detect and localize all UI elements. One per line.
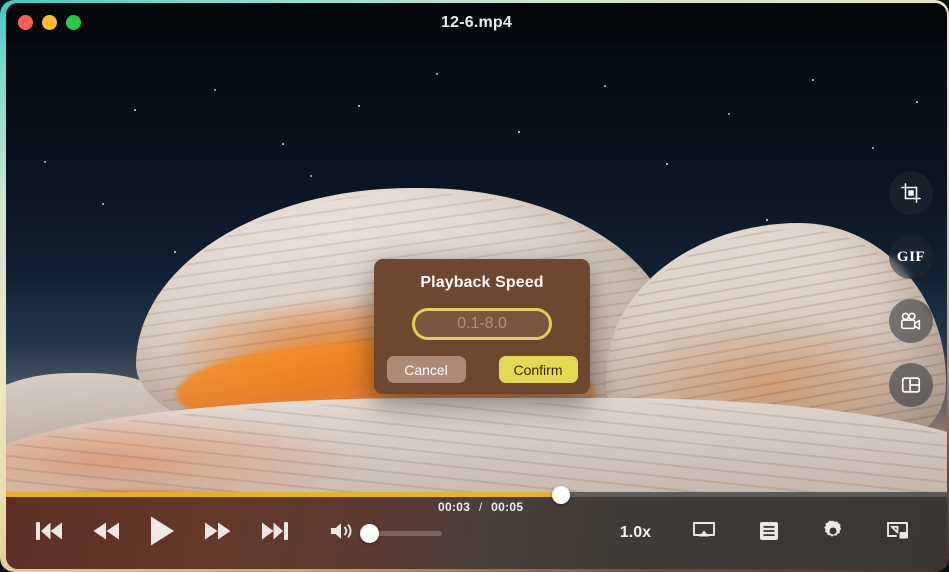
- confirm-button[interactable]: Confirm: [498, 356, 578, 383]
- star: [604, 85, 606, 87]
- play-icon: [148, 514, 176, 553]
- controls-row: 1.0x: [6, 497, 947, 569]
- play-button[interactable]: [148, 514, 176, 553]
- player-window: GIF Playback Speed 0.1-8.0 Cancel Confir…: [0, 0, 949, 572]
- next-track-button[interactable]: [260, 519, 290, 548]
- player-control-bar: 00:03 / 00:05 1.0x: [6, 485, 947, 569]
- star: [102, 203, 104, 205]
- split-view-button[interactable]: [889, 363, 933, 407]
- star: [436, 73, 438, 75]
- window-content: GIF Playback Speed 0.1-8.0 Cancel Confir…: [6, 3, 947, 569]
- gif-label: GIF: [896, 248, 926, 265]
- video-canvas[interactable]: GIF Playback Speed 0.1-8.0 Cancel Confir…: [6, 43, 947, 498]
- window-title: 12-6.mp4: [441, 14, 512, 31]
- star: [358, 105, 360, 107]
- crop-icon: [900, 182, 922, 204]
- playback-speed-button[interactable]: 1.0x: [620, 524, 651, 542]
- star: [44, 161, 46, 163]
- playlist-button[interactable]: [757, 519, 781, 548]
- playlist-icon: [757, 519, 781, 548]
- tool-rail: GIF: [889, 171, 933, 407]
- picture-in-picture-button[interactable]: [885, 519, 911, 548]
- previous-track-icon: [34, 519, 64, 548]
- dialog-actions: Cancel Confirm: [386, 356, 578, 383]
- star: [282, 143, 284, 145]
- volume-slider[interactable]: [359, 523, 442, 543]
- star: [666, 163, 668, 165]
- star: [134, 109, 136, 111]
- crop-button[interactable]: [889, 171, 933, 215]
- cancel-button[interactable]: Cancel: [386, 356, 466, 383]
- star: [728, 113, 730, 115]
- previous-track-button[interactable]: [34, 519, 64, 548]
- split-view-icon: [900, 374, 922, 396]
- playback-speed-input[interactable]: [412, 308, 552, 340]
- picture-in-picture-icon: [885, 519, 911, 548]
- secondary-controls: 1.0x: [620, 519, 911, 548]
- title-bar: 12-6.mp4: [6, 3, 947, 43]
- star: [916, 101, 918, 103]
- star: [518, 131, 520, 133]
- playback-speed-dialog: Playback Speed Cancel Confirm: [374, 259, 590, 394]
- gif-button[interactable]: GIF: [889, 235, 933, 279]
- next-track-icon: [260, 519, 290, 548]
- volume-slider-handle[interactable]: [359, 523, 379, 543]
- settings-button[interactable]: [821, 519, 845, 548]
- star: [766, 219, 768, 221]
- fast-forward-icon: [202, 519, 234, 548]
- dialog-title: Playback Speed: [420, 274, 544, 291]
- star: [174, 251, 176, 253]
- speaker-icon: [328, 519, 356, 548]
- star: [812, 79, 814, 81]
- fast-forward-button[interactable]: [202, 519, 234, 548]
- star: [214, 89, 216, 91]
- volume-group: [328, 519, 442, 548]
- record-video-button[interactable]: [889, 299, 933, 343]
- record-video-icon: [899, 310, 923, 332]
- rewind-icon: [90, 519, 122, 548]
- star: [310, 175, 312, 177]
- transport-controls: [34, 514, 290, 553]
- rewind-button[interactable]: [90, 519, 122, 548]
- volume-button[interactable]: [328, 519, 356, 548]
- gear-icon: [821, 519, 845, 548]
- airplay-icon: [691, 519, 717, 548]
- star: [872, 147, 874, 149]
- airplay-button[interactable]: [691, 519, 717, 548]
